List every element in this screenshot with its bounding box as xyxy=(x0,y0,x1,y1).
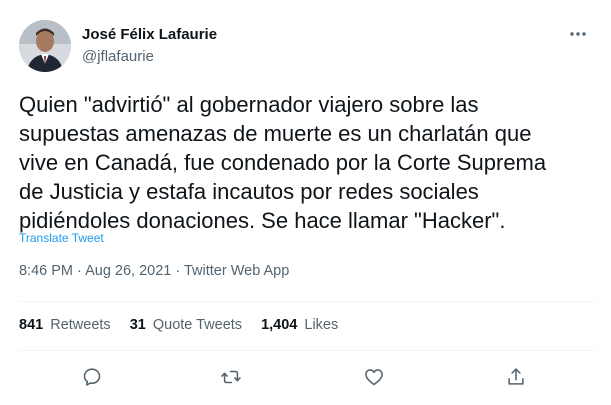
likes-stat[interactable]: 1,404 Likes xyxy=(261,317,338,333)
likes-label: Likes xyxy=(304,317,339,333)
tweet-date[interactable]: Aug 26, 2021 xyxy=(85,263,171,279)
quote-tweets-label: Quote Tweets xyxy=(152,317,243,333)
retweets-stat[interactable]: 841 Retweets xyxy=(19,317,111,333)
engagement-stats: 841 Retweets 31 Quote Tweets 1,404 Likes xyxy=(19,317,338,333)
retweets-label: Retweets xyxy=(50,317,111,333)
tweet-text-line: Quien "advirtió" al gobernador viajero s… xyxy=(19,92,479,117)
tweet-text-line: pidiéndoles donaciones. Se hace llamar "… xyxy=(19,208,506,233)
divider xyxy=(19,301,595,302)
more-horizontal-icon xyxy=(570,32,586,36)
tweet-metadata: 8:46 PM · Aug 26, 2021 · Twitter Web App xyxy=(19,263,289,279)
likes-count: 1,404 xyxy=(261,317,298,333)
like-button[interactable] xyxy=(359,362,389,392)
tweet-card: José Félix Lafaurie @jflafaurie Quien "a… xyxy=(0,0,611,405)
retweets-count: 841 xyxy=(19,317,44,333)
share-icon xyxy=(508,368,524,385)
author-handle[interactable]: @jflafaurie xyxy=(82,48,154,65)
avatar-image xyxy=(19,20,71,72)
divider xyxy=(19,350,595,351)
avatar[interactable] xyxy=(19,20,71,72)
share-button[interactable] xyxy=(501,362,531,392)
translate-tweet-link[interactable]: Translate Tweet xyxy=(19,231,104,245)
retweet-button[interactable] xyxy=(216,362,246,392)
tweet-text: Quien "advirtió" al gobernador viajero s… xyxy=(19,90,599,235)
quote-tweets-stat[interactable]: 31 Quote Tweets xyxy=(130,317,242,333)
tweet-time[interactable]: 8:46 PM xyxy=(19,263,73,279)
tweet-source[interactable]: Twitter Web App xyxy=(184,263,289,279)
tweet-text-line: supuestas amenazas de muerte es un charl… xyxy=(19,121,532,146)
meta-separator: · xyxy=(73,263,86,279)
reply-button[interactable] xyxy=(77,362,107,392)
tweet-text-line: de Justicia y estafa incautos por redes … xyxy=(19,179,479,204)
heart-icon xyxy=(365,369,383,386)
author-display-name[interactable]: José Félix Lafaurie xyxy=(82,26,217,43)
retweet-icon xyxy=(221,370,241,384)
action-bar xyxy=(0,362,611,392)
reply-icon xyxy=(83,368,101,386)
quote-tweets-count: 31 xyxy=(129,317,146,333)
meta-separator: · xyxy=(171,263,184,279)
tweet-text-line: vive en Canadá, fue condenado por la Cor… xyxy=(19,150,547,175)
more-options-button[interactable] xyxy=(566,22,590,46)
